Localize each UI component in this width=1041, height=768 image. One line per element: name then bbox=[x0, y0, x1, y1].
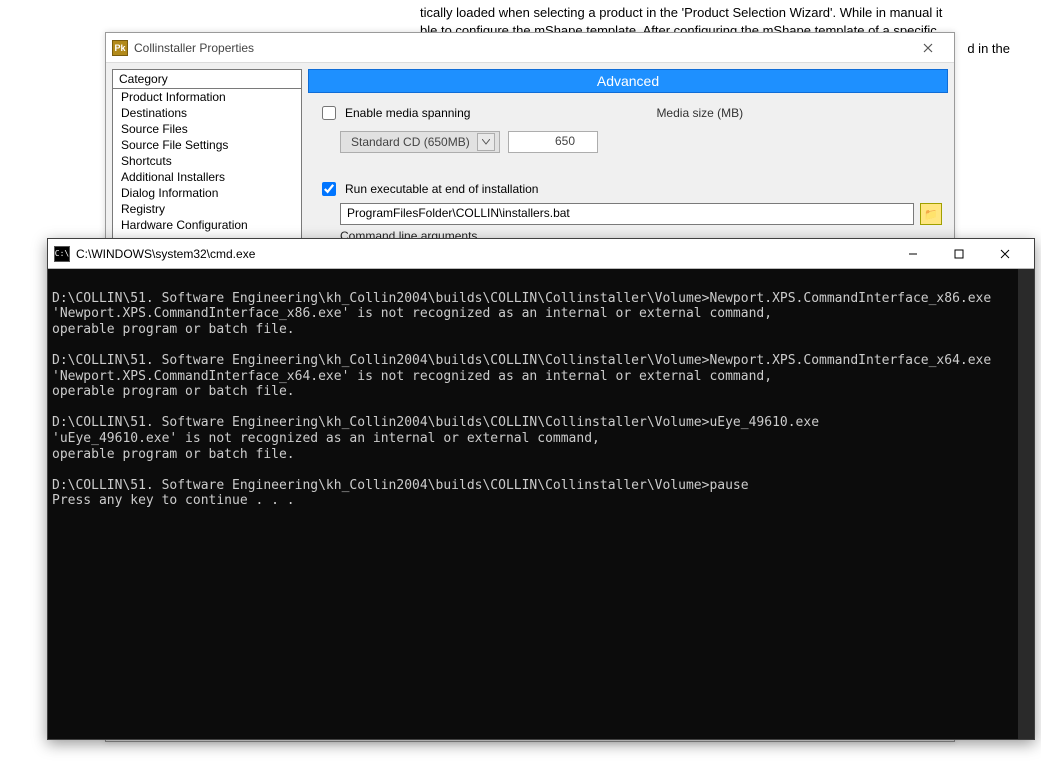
minimize-button[interactable] bbox=[890, 240, 936, 268]
folder-icon: 📁 bbox=[924, 208, 938, 221]
cmd-line: D:\COLLIN\51. Software Engineering\kh_Co… bbox=[52, 478, 749, 493]
cmd-output-area[interactable]: D:\COLLIN\51. Software Engineering\kh_Co… bbox=[48, 269, 1034, 739]
minimize-icon bbox=[908, 249, 918, 259]
enable-media-spanning-checkbox[interactable] bbox=[322, 106, 336, 120]
cmd-window: C:\ C:\WINDOWS\system32\cmd.exe D:\COLLI… bbox=[47, 238, 1035, 740]
close-button[interactable] bbox=[982, 240, 1028, 268]
category-item[interactable]: Destinations bbox=[113, 105, 301, 121]
cmd-line: operable program or batch file. bbox=[52, 384, 295, 399]
maximize-icon bbox=[954, 249, 964, 259]
category-item[interactable]: Hardware Configuration bbox=[113, 217, 301, 233]
cmd-line: operable program or batch file. bbox=[52, 322, 295, 337]
category-item[interactable]: Source Files bbox=[113, 121, 301, 137]
close-button[interactable] bbox=[908, 36, 948, 60]
media-type-combobox[interactable]: Standard CD (650MB) bbox=[340, 131, 500, 153]
category-header: Category bbox=[113, 70, 301, 89]
executable-path-input[interactable]: ProgramFilesFolder\COLLIN\installers.bat bbox=[340, 203, 914, 225]
cmd-line: D:\COLLIN\51. Software Engineering\kh_Co… bbox=[52, 415, 819, 430]
cmd-line: 'Newport.XPS.CommandInterface_x64.exe' i… bbox=[52, 369, 772, 384]
cmd-line: D:\COLLIN\51. Software Engineering\kh_Co… bbox=[52, 291, 991, 306]
app-icon: Pk bbox=[112, 40, 128, 56]
category-item[interactable]: Additional Installers bbox=[113, 169, 301, 185]
run-executable-checkbox[interactable] bbox=[322, 182, 336, 196]
cmd-line: D:\COLLIN\51. Software Engineering\kh_Co… bbox=[52, 353, 991, 368]
scrollbar-thumb[interactable] bbox=[1018, 269, 1034, 349]
window-titlebar[interactable]: Pk Collinstaller Properties bbox=[106, 33, 954, 63]
maximize-button[interactable] bbox=[936, 240, 982, 268]
cmd-line: 'uEye_49610.exe' is not recognized as an… bbox=[52, 431, 600, 446]
cmd-icon: C:\ bbox=[54, 246, 70, 262]
media-size-input[interactable]: 650 bbox=[508, 131, 598, 153]
chevron-down-icon bbox=[477, 133, 495, 151]
category-item[interactable]: Source File Settings bbox=[113, 137, 301, 153]
enable-media-spanning-label: Enable media spanning bbox=[345, 106, 470, 120]
category-item[interactable]: Shortcuts bbox=[113, 153, 301, 169]
media-size-label: Media size (MB) bbox=[656, 106, 743, 120]
category-item[interactable]: Dialog Information bbox=[113, 185, 301, 201]
doc-line: tically loaded when selecting a product … bbox=[420, 4, 1020, 22]
run-executable-label: Run executable at end of installation bbox=[345, 182, 538, 196]
media-type-value: Standard CD (650MB) bbox=[351, 135, 470, 149]
browse-button[interactable]: 📁 bbox=[920, 203, 942, 225]
window-title: Collinstaller Properties bbox=[134, 41, 254, 55]
cmd-titlebar[interactable]: C:\ C:\WINDOWS\system32\cmd.exe bbox=[48, 239, 1034, 269]
close-icon bbox=[923, 43, 933, 53]
cmd-line: Press any key to continue . . . bbox=[52, 493, 295, 508]
cmd-line: 'Newport.XPS.CommandInterface_x86.exe' i… bbox=[52, 306, 772, 321]
category-item[interactable]: Registry bbox=[113, 201, 301, 217]
category-item[interactable]: Product Information bbox=[113, 89, 301, 105]
close-icon bbox=[1000, 249, 1010, 259]
cmd-title-text: C:\WINDOWS\system32\cmd.exe bbox=[76, 247, 255, 261]
advanced-section-header: Advanced bbox=[308, 69, 948, 93]
cmd-line: operable program or batch file. bbox=[52, 447, 295, 462]
